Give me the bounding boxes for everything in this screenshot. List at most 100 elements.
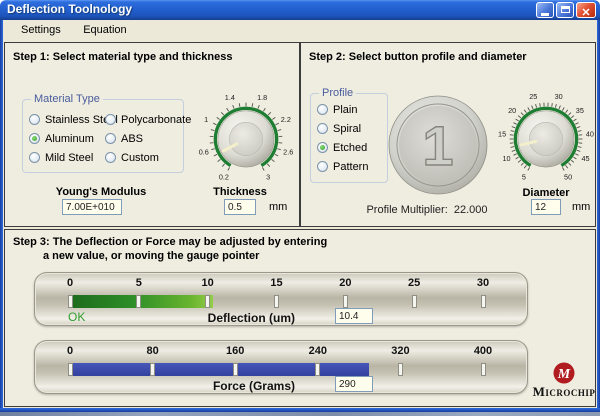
knob-tick [512, 127, 515, 128]
gauge-tick-mark [481, 363, 486, 376]
radio-label: Pattern [333, 161, 368, 173]
knob-tick [571, 116, 574, 118]
force-value-input[interactable] [335, 376, 373, 392]
knob-tick [272, 117, 275, 119]
gauge-bar[interactable] [70, 363, 369, 376]
gauge-tick-label: 5 [119, 277, 159, 289]
profile-multiplier-label: Profile Multiplier: [366, 204, 447, 216]
gauge-tick-mark [481, 295, 486, 308]
menu-equation[interactable]: Equation [83, 20, 126, 40]
knob-tick-label: 3 [266, 173, 270, 182]
gauge-tick-label: 0 [50, 345, 90, 357]
knob-tick [211, 130, 215, 131]
knob-tick [277, 149, 280, 150]
gauge-tick-label: 10 [188, 277, 228, 289]
gauge-tick-label: 80 [133, 345, 173, 357]
radio-icon [105, 114, 116, 125]
knob-tick [518, 160, 521, 162]
thickness-label: Thickness [190, 186, 290, 198]
thickness-input[interactable] [224, 199, 256, 215]
knob-tick [252, 103, 253, 107]
knob-tick [512, 150, 515, 151]
gauge-tick-mark [274, 295, 279, 308]
window-border-left [0, 20, 3, 408]
knob-tick-label: 1.4 [225, 93, 235, 102]
knob-tick [228, 167, 230, 170]
knob-tick [571, 160, 574, 162]
knob-tick-label: 35 [576, 106, 584, 115]
knob-tick [578, 147, 582, 148]
radio-icon [29, 152, 40, 163]
knob-tick-label: 0.2 [219, 173, 229, 182]
youngs-modulus-input[interactable] [62, 199, 122, 215]
gauge-tick-label: 25 [394, 277, 434, 289]
knob-tick [275, 154, 278, 156]
knob-tick [573, 119, 576, 121]
knob-tick [221, 112, 223, 115]
radio-icon [317, 142, 328, 153]
radio-label: Etched [333, 142, 367, 154]
knob-tick [217, 117, 220, 119]
knob-tick-label: 45 [581, 154, 589, 163]
step1-panel: Step 1: Select material type and thickne… [4, 42, 300, 227]
force-gauge-label: Force (Grams) [130, 379, 295, 393]
knob-tick [272, 159, 275, 161]
knob-tick [524, 110, 526, 113]
maximize-button[interactable] [556, 2, 574, 18]
knob-tick-label: 25 [529, 92, 537, 101]
profile-group-label: Profile [319, 87, 356, 99]
knob-tick [513, 154, 516, 156]
gauge-tick-label: 240 [298, 345, 338, 357]
deflection-gauge[interactable]: OK Deflection (um) 051015202530 [34, 272, 528, 326]
deflection-value-input[interactable] [335, 308, 373, 324]
radio-label: ABS [121, 133, 143, 145]
thickness-unit: mm [269, 201, 287, 213]
step2-heading: Step 2: Select button profile and diamet… [309, 51, 527, 63]
knob-tick [532, 106, 533, 109]
gauge-tick-mark [136, 295, 141, 308]
knob-tick-label: 30 [555, 92, 563, 101]
knob-tick-label: 20 [508, 106, 516, 115]
microchip-m-icon: M [549, 362, 579, 386]
radio-icon [105, 133, 116, 144]
step1-heading: Step 1: Select material type and thickne… [13, 51, 232, 63]
thickness-knob[interactable]: 0.20.611.41.82.22.63 [194, 87, 298, 191]
radio-icon [317, 161, 328, 172]
knob-tick [258, 105, 259, 108]
knob-tick [218, 159, 221, 161]
radio-icon [317, 104, 328, 115]
knob-tick [222, 164, 224, 167]
minimize-button[interactable] [536, 2, 554, 18]
knob-tick [239, 103, 240, 107]
knob-tick [578, 131, 582, 132]
gauge-bar[interactable] [70, 295, 213, 308]
knob-tick [511, 131, 515, 132]
diameter-input[interactable] [531, 199, 561, 215]
gauge-tick-label: 0 [50, 277, 90, 289]
radio-label: Plain [333, 104, 357, 116]
knob-tick [511, 147, 515, 148]
microchip-logo: M Microchip [529, 362, 599, 406]
knob-tick [568, 113, 570, 116]
knob-tick-label: 5 [522, 173, 526, 182]
knob-tick [214, 154, 217, 156]
knob-tick [552, 103, 553, 107]
radio-label: Spiral [333, 123, 361, 135]
minimize-icon [541, 4, 549, 16]
knob-tick-label: 40 [586, 129, 594, 138]
force-gauge[interactable]: Force (Grams) 080160240320400 [34, 340, 528, 394]
gauge-tick-label: 400 [463, 345, 503, 357]
knob-tick [528, 107, 530, 110]
diameter-knob[interactable]: 5101520253035404550 [494, 87, 598, 191]
gauge-tick-label: 30 [463, 277, 503, 289]
desktop-background-strip [0, 412, 600, 416]
knob-tick [559, 106, 560, 109]
knob-tick [562, 167, 564, 170]
gauge-tick-mark [343, 295, 348, 308]
menu-settings[interactable]: Settings [21, 20, 61, 40]
close-button[interactable]: ✕ [576, 2, 596, 18]
radio-label: Mild Steel [45, 152, 93, 164]
knob-tick [268, 112, 270, 115]
material-type-group-label: Material Type [31, 93, 103, 105]
knob-tick [521, 113, 523, 116]
